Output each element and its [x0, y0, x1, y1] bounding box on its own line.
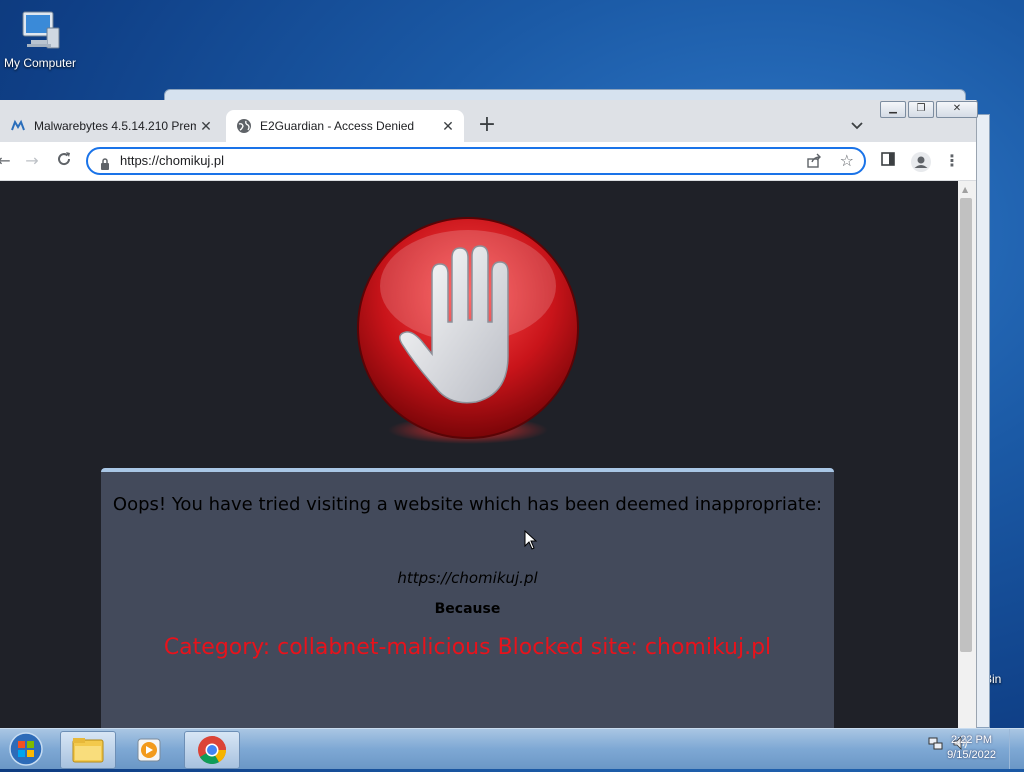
background-window-edge	[976, 114, 990, 728]
tab-title: E2Guardian - Access Denied	[260, 119, 415, 133]
because-label: Because	[434, 601, 501, 617]
globe-icon	[236, 118, 252, 134]
computer-icon	[17, 8, 63, 54]
start-button[interactable]	[4, 731, 48, 767]
folder-icon	[72, 738, 104, 763]
tab-strip: Malwarebytes 4.5.14.210 Premium ✕ E2Guar…	[0, 110, 976, 142]
mouse-cursor-icon	[524, 529, 538, 554]
new-tab-button[interactable]: +	[476, 110, 498, 142]
profile-avatar-icon[interactable]	[910, 151, 931, 172]
page-scrollbar[interactable]: ▲	[958, 181, 976, 728]
close-tab-icon[interactable]: ✕	[196, 118, 216, 135]
tab-malwarebytes[interactable]: Malwarebytes 4.5.14.210 Premium ✕	[0, 110, 222, 142]
taskbar-chrome-button[interactable]	[184, 731, 240, 769]
media-player-icon	[137, 738, 161, 762]
restore-button[interactable]: ❐	[908, 101, 934, 118]
taskbar-clock[interactable]: 2:22 PM 9/15/2022	[947, 733, 996, 763]
my-computer-desktop-icon[interactable]: My Computer	[0, 8, 80, 70]
scrollbar-thumb[interactable]	[960, 198, 972, 652]
close-tab-icon[interactable]: ✕	[438, 118, 458, 135]
page-content: Oops! You have tried visiting a website …	[0, 181, 958, 728]
chevron-down-icon[interactable]	[846, 110, 868, 142]
reload-icon[interactable]	[54, 151, 74, 171]
denied-message: Oops! You have tried visiting a website …	[112, 494, 823, 515]
bookmark-star-icon[interactable]: ☆	[840, 151, 854, 170]
access-denied-card: Oops! You have tried visiting a website …	[101, 468, 834, 728]
back-arrow-icon[interactable]: ←	[0, 151, 14, 171]
window-controls: ▁ ❐ ✕	[880, 101, 978, 118]
clock-date: 9/15/2022	[947, 749, 996, 761]
malwarebytes-favicon-icon	[10, 118, 26, 134]
recycle-bin-desktop-icon[interactable]: Bin	[984, 632, 1024, 686]
tab-title: Malwarebytes 4.5.14.210 Premium	[34, 119, 196, 133]
block-reason: Category: collabnet-malicious Blocked si…	[163, 635, 772, 660]
my-computer-label: My Computer	[3, 56, 77, 70]
menu-kebab-icon[interactable]: ⋮	[942, 151, 962, 171]
minimize-button[interactable]: ▁	[880, 101, 906, 118]
taskbar-media-player-button[interactable]	[122, 731, 176, 767]
recycle-bin-icon	[984, 632, 1024, 672]
network-icon[interactable]	[928, 735, 944, 755]
tab-e2guardian[interactable]: E2Guardian - Access Denied ✕	[226, 110, 464, 142]
scroll-up-arrow-icon[interactable]: ▲	[962, 185, 968, 194]
chrome-browser-window: Malwarebytes 4.5.14.210 Premium ✕ E2Guar…	[0, 100, 977, 728]
browser-toolbar: ← → https://chomikuj.pl ☆ ⋮	[0, 142, 976, 181]
stop-hand-icon	[354, 216, 582, 444]
address-bar[interactable]: https://chomikuj.pl ☆	[86, 147, 866, 175]
url-text: https://chomikuj.pl	[120, 153, 225, 168]
blocked-url: https://chomikuj.pl	[397, 569, 538, 587]
share-icon[interactable]	[806, 153, 822, 173]
lock-icon	[100, 155, 110, 174]
show-desktop-button[interactable]	[1009, 729, 1024, 769]
clock-time: 2:22 PM	[951, 734, 993, 746]
side-panel-icon[interactable]	[878, 151, 898, 171]
forward-arrow-icon[interactable]: →	[22, 151, 42, 171]
taskbar: 2:22 PM 9/15/2022	[0, 728, 1024, 769]
close-window-button[interactable]: ✕	[936, 101, 978, 118]
chrome-icon	[198, 736, 226, 764]
taskbar-explorer-button[interactable]	[60, 731, 116, 769]
